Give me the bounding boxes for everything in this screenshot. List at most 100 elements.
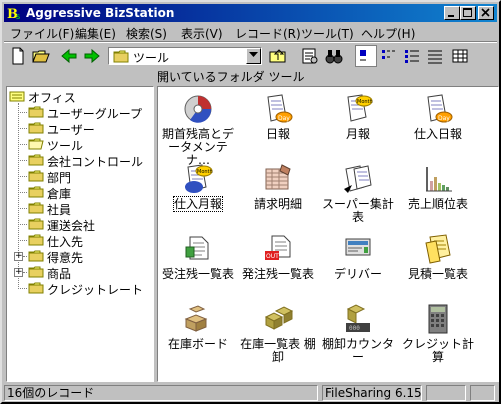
stocktake-counter-icon: 000 <box>346 304 370 332</box>
folder-icon <box>28 218 44 230</box>
folder-icon <box>28 234 44 246</box>
menu-edit[interactable]: 編集(E) <box>75 25 116 42</box>
tile-label: 受注残一覧表 <box>161 267 234 281</box>
tile-label: 請求明細 <box>253 197 302 211</box>
properties-icon[interactable] <box>300 46 320 66</box>
tree-item-label: ユーザーグループ <box>47 107 143 121</box>
new-document-icon[interactable] <box>8 46 28 66</box>
tool-tile[interactable]: OUT 発注残一覧表 <box>238 233 318 297</box>
purchase-monthly-icon: Month <box>185 164 213 193</box>
menu-bar: ファイル(F) 編集(E) 検索(S) 表示(V) レコード(R) ツール(T)… <box>4 23 497 41</box>
close-icon <box>481 8 490 17</box>
menu-file[interactable]: ファイル(F) <box>10 25 74 42</box>
tree-item-label: 会社コントロール <box>47 155 144 169</box>
forward-arrow-icon[interactable] <box>82 46 102 66</box>
tree-item-label: ツール <box>47 139 84 153</box>
details-view-icon[interactable] <box>425 46 445 66</box>
tool-tile[interactable]: 受注残一覧表 <box>158 233 238 297</box>
svg-text:Day: Day <box>278 115 290 122</box>
tree-item-label: 商品 <box>47 267 72 281</box>
menu-help[interactable]: ヘルプ(H) <box>361 25 415 42</box>
sales-ranking-icon <box>426 167 452 192</box>
tile-label: 売上順位表 <box>407 197 468 211</box>
status-bar: 16個のレコード FileSharing 6.15 < 6.15 <box>4 384 497 402</box>
tool-tile[interactable]: スーパー集計表 <box>318 163 398 227</box>
open-folder-icon[interactable] <box>31 46 51 66</box>
tree-root-label: オフィス <box>28 91 76 105</box>
version-text: FileSharing 6.15 < 6.15 <box>322 385 422 401</box>
folder-icon <box>28 122 44 134</box>
tool-tile[interactable]: Day 日報 <box>238 93 318 157</box>
menu-search[interactable]: 検索(S) <box>126 25 167 42</box>
tree-item-label: 倉庫 <box>47 187 72 201</box>
maximize-button[interactable] <box>460 6 476 20</box>
tool-tile[interactable]: 期首残高とデータメンテナ… <box>158 93 238 167</box>
open-folder-icon <box>28 138 44 150</box>
tool-tile[interactable]: 在庫一覧表 棚卸 <box>238 303 318 367</box>
tool-tile[interactable]: 見積一覧表 <box>398 233 478 297</box>
svg-text:Month: Month <box>197 169 213 175</box>
tool-icon-grid: 期首残高とデータメンテナ… Day 日報 Month 月報 Day 仕入日報 M… <box>157 86 499 382</box>
location-combo[interactable]: ツール <box>108 47 262 65</box>
tool-tile[interactable]: Month 仕入月報 <box>158 163 238 227</box>
tool-tile[interactable]: デリバー <box>318 233 398 297</box>
invoice-icon <box>265 164 291 190</box>
folder-icon <box>28 186 44 198</box>
menu-record[interactable]: レコード(R) <box>235 25 301 42</box>
location-dropdown-button[interactable] <box>246 48 261 64</box>
order-backlog-icon <box>185 236 209 260</box>
menu-tools[interactable]: ツール(T) <box>301 25 354 42</box>
window-title: Aggressive BizStation <box>26 6 175 20</box>
folder-icon <box>113 50 129 63</box>
chevron-down-icon <box>249 52 258 57</box>
minimize-button[interactable] <box>444 6 460 20</box>
large-icons-view-icon[interactable] <box>355 45 377 67</box>
tool-tile[interactable]: 売上順位表 <box>398 163 478 227</box>
svg-text:000: 000 <box>349 325 360 332</box>
location-text: ツール <box>133 51 170 65</box>
tile-label: 期首残高とデータメンテナ… <box>161 127 234 167</box>
menu-view[interactable]: 表示(V) <box>181 25 223 42</box>
tile-label: 棚卸カウンター <box>321 337 394 364</box>
expand-toggle[interactable]: + <box>14 252 23 261</box>
tile-label: 発注残一覧表 <box>241 267 314 281</box>
tool-tile[interactable]: クレジット計算 <box>398 303 478 367</box>
back-arrow-icon[interactable] <box>59 46 79 66</box>
status-panel-empty <box>426 385 466 401</box>
close-button[interactable] <box>478 6 494 20</box>
folder-icon <box>28 250 44 262</box>
tool-tile[interactable]: Day 仕入日報 <box>398 93 478 157</box>
tool-tile[interactable]: Month 月報 <box>318 93 398 157</box>
svg-text:OUT: OUT <box>266 253 279 260</box>
toolbar: ツール <box>4 44 497 68</box>
expand-toggle[interactable]: + <box>14 268 23 277</box>
folder-icon <box>28 154 44 166</box>
folder-icon <box>28 282 44 294</box>
tile-label: 月報 <box>345 127 370 141</box>
tile-label: 見積一覧表 <box>407 267 468 281</box>
find-binoculars-icon[interactable] <box>324 46 344 66</box>
grid-view-icon[interactable] <box>450 46 470 66</box>
tile-label: スーパー集計表 <box>322 197 394 224</box>
menu-separator <box>4 41 497 43</box>
tool-tile[interactable]: 000 棚卸カウンター <box>318 303 398 367</box>
folder-header: 開いているフォルダ ツール <box>157 70 305 84</box>
tree-item-label: ユーザー <box>47 123 95 137</box>
delivery-icon <box>345 238 371 256</box>
svg-text:Month: Month <box>357 99 373 105</box>
title-bar[interactable]: B s Aggressive BizStation <box>4 4 497 22</box>
list-view-icon[interactable] <box>402 46 422 66</box>
inventory-list-icon <box>264 306 294 330</box>
tree-item-label: クレジットレート <box>47 283 144 297</box>
tool-tile[interactable]: 請求明細 <box>238 163 318 227</box>
folder-icon <box>28 266 44 278</box>
tile-label: デリバー <box>333 267 382 281</box>
tile-label: 仕入月報 <box>172 196 224 212</box>
small-icons-view-icon[interactable] <box>379 46 399 66</box>
up-folder-icon[interactable] <box>268 46 288 66</box>
office-icon <box>9 91 25 102</box>
svg-text:Day: Day <box>438 115 450 122</box>
tool-tile[interactable]: 在庫ボード <box>158 303 238 367</box>
folder-icon <box>28 106 44 118</box>
tile-label: 仕入日報 <box>413 127 462 141</box>
